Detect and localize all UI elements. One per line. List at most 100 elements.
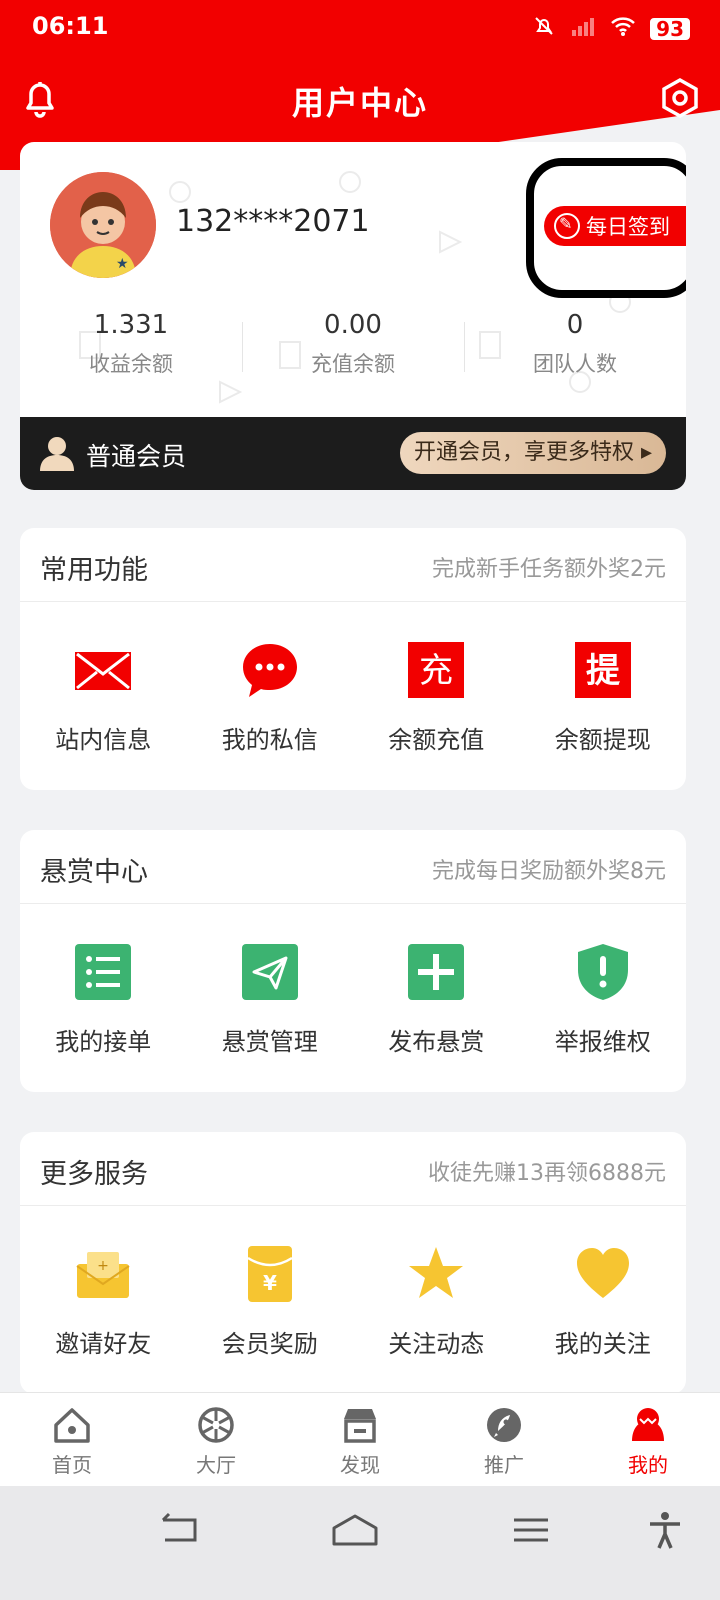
status-icons: 93 [532, 14, 690, 43]
grid-item-label: 站内信息 [55, 726, 152, 754]
star-icon [409, 1247, 464, 1298]
recharge-icon: 充 [408, 642, 465, 698]
envelope-icon [75, 652, 132, 690]
grid-item-label: 会员奖励 [221, 1330, 318, 1358]
settings-icon[interactable] [658, 76, 702, 120]
stat-value: 0 [566, 310, 584, 340]
section-title: 更多服务 [40, 1159, 148, 1190]
grid-item-follow-feed[interactable]: 关注动态 [353, 1206, 520, 1394]
function-grid: 站内信息 我的私信 充 余额充值 提 余额提现 [20, 602, 686, 790]
grid-item-messages[interactable]: 我的私信 [187, 602, 354, 790]
grid-item-publish-reward[interactable]: 发布悬赏 [353, 904, 520, 1092]
status-bar: 06:11 93 [0, 0, 720, 56]
paper-plane-icon [241, 944, 298, 1000]
stat-recharge[interactable]: 0.00 充值余额 [242, 310, 464, 390]
store-icon [344, 1409, 376, 1443]
grid-item-my-orders[interactable]: 我的接单 [20, 904, 187, 1092]
accessibility-icon[interactable] [640, 1510, 690, 1550]
grid-item-invite[interactable]: + 邀请好友 [20, 1206, 187, 1394]
home-button-icon[interactable] [330, 1510, 380, 1550]
grid-item-member-reward[interactable]: ¥ 会员奖励 [187, 1206, 354, 1394]
system-nav-bar [0, 1486, 720, 1600]
section-common-functions: 常用功能 完成新手任务额外奖2元 站内信息 我的私信 充 余额充值 提 余额提现 [20, 528, 686, 790]
grid-item-label: 悬赏管理 [221, 1028, 318, 1056]
reward-grid: 我的接单 悬赏管理 发布悬赏 举报维权 [20, 904, 686, 1092]
stat-team[interactable]: 0 团队人数 [464, 310, 686, 390]
list-icon [75, 944, 132, 1000]
grid-item-label: 我的接单 [55, 1028, 152, 1056]
section-header: 更多服务 收徒先赚13再领6888元 [20, 1132, 686, 1206]
profile-icon [632, 1408, 664, 1441]
section-title: 常用功能 [40, 555, 148, 586]
back-icon[interactable] [155, 1510, 205, 1550]
tab-discover[interactable]: 发现 [288, 1393, 432, 1486]
mute-icon [532, 14, 556, 43]
top-nav: 用户中心 [0, 70, 720, 130]
user-card: ★ 132****2071 每日签到 1.331 收益余额 0.00 充值余额 … [20, 142, 686, 490]
tab-hall[interactable]: 大厅 [144, 1393, 288, 1486]
bottom-tab-bar: 首页 大厅 发现 推广 我的 [0, 1392, 720, 1486]
heart-icon [576, 1248, 629, 1298]
highlight-circle [526, 158, 686, 298]
section-header: 常用功能 完成新手任务额外奖2元 [20, 528, 686, 602]
avatar[interactable]: ★ [50, 172, 156, 278]
tab-promote[interactable]: 推广 [432, 1393, 576, 1486]
stat-value: 0.00 [324, 310, 382, 340]
section-reward-center: 悬赏中心 完成每日奖励额外奖8元 我的接单 悬赏管理 发布悬赏 举报维权 [20, 830, 686, 1092]
grid-item-recharge[interactable]: 充 余额充值 [353, 602, 520, 790]
open-member-button[interactable]: 开通会员，享更多特权 ▸ [399, 432, 666, 474]
grid-item-withdraw[interactable]: 提 余额提现 [520, 602, 687, 790]
aperture-icon [198, 1407, 234, 1443]
shield-alert-icon [577, 944, 628, 1000]
tab-home[interactable]: 首页 [0, 1393, 144, 1486]
grid-item-label: 关注动态 [388, 1330, 485, 1358]
member-level: 普通会员 [86, 442, 187, 471]
section-subtitle: 完成新手任务额外奖2元 [432, 557, 666, 582]
stat-label: 团队人数 [533, 352, 617, 376]
tab-mine[interactable]: 我的 [576, 1393, 720, 1486]
grid-item-reward-manage[interactable]: 悬赏管理 [187, 904, 354, 1092]
tab-label: 发现 [340, 1453, 380, 1477]
red-packet-icon: ¥ [247, 1246, 293, 1302]
grid-item-label: 余额提现 [554, 726, 651, 754]
member-bar: 普通会员 开通会员，享更多特权 ▸ [20, 417, 686, 490]
svg-text:★: ★ [116, 256, 129, 272]
grid-item-report[interactable]: 举报维权 [520, 904, 687, 1092]
tab-label: 首页 [52, 1453, 92, 1477]
home-icon [54, 1408, 90, 1443]
stat-label: 充值余额 [311, 352, 395, 376]
withdraw-glyph: 提 [586, 651, 620, 691]
grid-item-label: 发布悬赏 [388, 1028, 485, 1056]
tab-label: 大厅 [196, 1453, 236, 1477]
status-time: 06:11 [32, 12, 109, 40]
menu-icon[interactable] [506, 1510, 556, 1550]
stat-label: 收益余额 [89, 352, 173, 376]
grid-item-inbox[interactable]: 站内信息 [20, 602, 187, 790]
user-stats: 1.331 收益余额 0.00 充值余额 0 团队人数 [20, 310, 686, 390]
grid-item-label: 举报维权 [554, 1028, 651, 1056]
grid-item-label: 余额充值 [388, 726, 485, 754]
stat-value: 1.331 [93, 310, 169, 340]
member-user-icon [40, 435, 74, 471]
grid-item-label: 我的私信 [221, 726, 318, 754]
section-more-services: 更多服务 收徒先赚13再领6888元 + 邀请好友 ¥ 会员奖励 关注动态 我的… [20, 1132, 686, 1394]
page-title: 用户中心 [291, 84, 428, 122]
stat-earnings[interactable]: 1.331 收益余额 [20, 310, 242, 390]
signal-icon [570, 14, 596, 43]
tab-label: 我的 [628, 1453, 668, 1477]
battery-icon: 93 [650, 17, 690, 40]
withdraw-icon: 提 [574, 642, 631, 698]
section-subtitle: 收徒先赚13再领6888元 [428, 1161, 666, 1186]
rocket-icon [487, 1408, 521, 1442]
services-grid: + 邀请好友 ¥ 会员奖励 关注动态 我的关注 [20, 1206, 686, 1394]
tab-label: 推广 [484, 1453, 524, 1477]
wifi-icon [610, 15, 636, 42]
section-subtitle: 完成每日奖励额外奖8元 [432, 859, 666, 884]
grid-item-label: 我的关注 [554, 1330, 651, 1358]
plus-icon [408, 944, 465, 1000]
user-phone: 132****2071 [176, 204, 370, 239]
svg-text:¥: ¥ [263, 1271, 277, 1295]
chat-bubble-icon [242, 644, 297, 697]
invite-envelope-icon: + [76, 1252, 130, 1298]
grid-item-my-follows[interactable]: 我的关注 [520, 1206, 687, 1394]
